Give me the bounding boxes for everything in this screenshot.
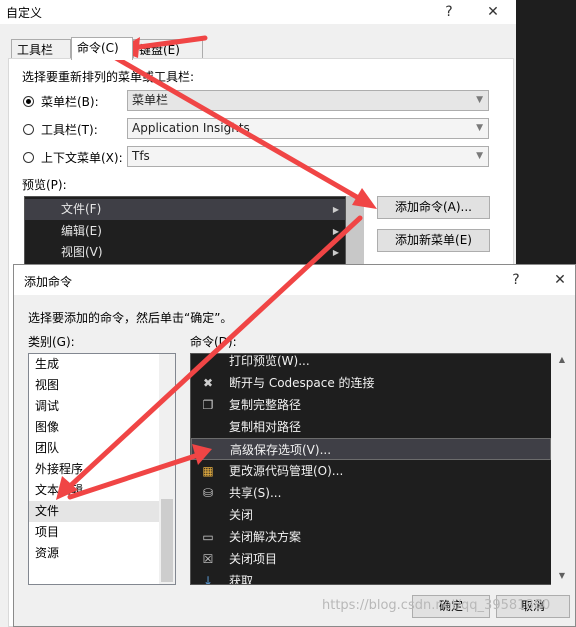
list-item-label: 打印预览(W)... bbox=[229, 354, 310, 368]
list-item-label: 更改源代码管理(O)... bbox=[229, 464, 344, 478]
list-item[interactable]: 调试 bbox=[33, 396, 155, 417]
list-item[interactable]: 视图 bbox=[33, 375, 155, 396]
list-item[interactable]: ↓ 获取 bbox=[191, 570, 551, 585]
list-item[interactable]: 复制相对路径 bbox=[191, 416, 551, 438]
list-item-label: 关闭解决方案 bbox=[229, 530, 302, 544]
close-project-icon: ☒ bbox=[202, 552, 214, 566]
list-item-label: 关闭 bbox=[229, 508, 254, 522]
combo-value: 菜单栏 bbox=[132, 93, 169, 107]
list-item[interactable]: ✖ 断开与 Codespace 的连接 bbox=[191, 372, 551, 394]
list-item[interactable]: 关闭 bbox=[191, 504, 551, 526]
tab-toolbars[interactable]: 工具栏(S) bbox=[11, 39, 71, 77]
preview-item[interactable]: 编辑(E) ▶ bbox=[25, 221, 345, 242]
tab-commands[interactable]: 命令(C) bbox=[71, 37, 133, 60]
list-item-label: 高级保存选项(V)... bbox=[230, 443, 332, 457]
preview-item[interactable]: 视图(V) ▶ bbox=[25, 242, 345, 263]
watermark: https://blog.csdn.net/qq_39581880 bbox=[322, 598, 551, 613]
scroll-thumb[interactable] bbox=[161, 499, 173, 582]
context-menu-label: 上下文菜单(X): bbox=[41, 151, 123, 165]
chevron-down-icon: ▼ bbox=[476, 123, 483, 133]
dialog-title: 添加命令 bbox=[24, 275, 73, 289]
chevron-right-icon: ▶ bbox=[332, 227, 339, 236]
preview-item-label: 编辑(E) bbox=[61, 224, 102, 238]
share-icon: ⛁ bbox=[202, 486, 214, 500]
preview-label: 预览(P): bbox=[22, 178, 67, 192]
dialog-title: 自定义 bbox=[6, 6, 43, 20]
list-item-label: 复制完整路径 bbox=[229, 398, 302, 412]
plug-icon: ✖ bbox=[202, 376, 214, 390]
list-item[interactable]: 文本编辑 bbox=[33, 480, 155, 501]
context-menu-radio[interactable] bbox=[23, 152, 34, 163]
chevron-down-icon: ▼ bbox=[476, 151, 483, 161]
preview-item[interactable]: 文件(F) ▶ bbox=[25, 199, 345, 220]
command-list[interactable]: 打印预览(W)... ✖ 断开与 Codespace 的连接 ❐ 复制完整路径 … bbox=[190, 353, 552, 585]
combo-value: Application Insights bbox=[132, 121, 250, 135]
list-item-label: 复制相对路径 bbox=[229, 420, 302, 434]
scroll-down-icon[interactable]: ▼ bbox=[554, 571, 570, 580]
add-new-menu-button[interactable]: 添加新菜单(E) bbox=[377, 229, 490, 252]
toolbar-radio[interactable] bbox=[23, 124, 34, 135]
list-item-label: 获取 bbox=[229, 574, 254, 585]
add-command-titlebar: 添加命令 ? ✕ bbox=[14, 265, 575, 295]
list-item-selected[interactable]: 高级保存选项(V)... bbox=[191, 438, 551, 460]
help-button[interactable]: ? bbox=[437, 1, 461, 23]
customize-titlebar: 自定义 ? ✕ bbox=[0, 0, 516, 24]
chevron-right-icon: ▶ bbox=[332, 205, 339, 214]
chevron-down-icon: ▼ bbox=[476, 95, 483, 105]
add-command-button[interactable]: 添加命令(A)... bbox=[377, 196, 490, 219]
toolbar-label: 工具栏(T): bbox=[41, 123, 98, 137]
preview-item-label: 视图(V) bbox=[61, 245, 103, 259]
list-item[interactable]: 外接程序 bbox=[33, 459, 155, 480]
choose-label: 选择要重新排列的菜单或工具栏: bbox=[22, 70, 195, 84]
list-item-selected[interactable]: 文件 bbox=[29, 501, 165, 522]
preview-item-label: 文件(F) bbox=[61, 202, 102, 216]
list-item[interactable]: 图像 bbox=[33, 417, 155, 438]
tab-label: 键盘(E) bbox=[139, 43, 180, 57]
list-item-label: 断开与 Codespace 的连接 bbox=[229, 376, 375, 390]
menubar-combo[interactable]: 菜单栏 ▼ bbox=[127, 90, 489, 111]
list-item[interactable]: 打印预览(W)... bbox=[191, 354, 551, 372]
list-item-label: 关闭项目 bbox=[229, 552, 278, 566]
source-control-icon: ▦ bbox=[202, 464, 214, 478]
preview-list[interactable]: 文件(F) ▶ 编辑(E) ▶ 视图(V) ▶ bbox=[24, 196, 346, 268]
combo-value: Tfs bbox=[132, 149, 150, 163]
tab-keyboard[interactable]: 键盘(E) bbox=[133, 39, 203, 60]
context-menu-combo[interactable]: Tfs ▼ bbox=[127, 146, 489, 167]
command-scrollbar[interactable]: ▲ ▼ bbox=[551, 353, 573, 585]
instruction-text: 选择要添加的命令，然后单击“确定”。 bbox=[28, 311, 233, 325]
list-item[interactable]: 资源 bbox=[33, 543, 155, 564]
list-item[interactable]: ▦ 更改源代码管理(O)... bbox=[191, 460, 551, 482]
list-item[interactable]: 团队 bbox=[33, 438, 155, 459]
preview-scrollbar[interactable] bbox=[346, 196, 364, 268]
close-solution-icon: ▭ bbox=[202, 530, 214, 544]
menubar-label: 菜单栏(B): bbox=[41, 95, 99, 109]
close-button[interactable]: ✕ bbox=[548, 269, 572, 291]
menubar-radio[interactable] bbox=[23, 96, 34, 107]
chevron-right-icon: ▶ bbox=[332, 248, 339, 257]
tab-label: 命令(C) bbox=[77, 41, 119, 55]
list-item[interactable]: ☒ 关闭项目 bbox=[191, 548, 551, 570]
toolbar-combo[interactable]: Application Insights ▼ bbox=[127, 118, 489, 139]
list-item[interactable]: 生成 bbox=[33, 354, 155, 375]
add-command-dialog: 添加命令 ? ✕ 选择要添加的命令，然后单击“确定”。 类别(G): 命令(D)… bbox=[13, 264, 576, 627]
category-list[interactable]: 生成 视图 调试 图像 团队 外接程序 文本编辑 文件 项目 资源 bbox=[28, 353, 176, 585]
command-label: 命令(D): bbox=[190, 335, 237, 349]
help-button[interactable]: ? bbox=[504, 269, 528, 291]
list-item[interactable]: ❐ 复制完整路径 bbox=[191, 394, 551, 416]
list-item[interactable]: ⛁ 共享(S)... bbox=[191, 482, 551, 504]
category-label: 类别(G): bbox=[28, 335, 75, 349]
scroll-up-icon[interactable]: ▲ bbox=[554, 355, 570, 364]
list-item-label: 共享(S)... bbox=[229, 486, 282, 500]
list-item[interactable]: 项目 bbox=[33, 522, 155, 543]
close-button[interactable]: ✕ bbox=[481, 1, 505, 23]
get-icon: ↓ bbox=[202, 574, 214, 585]
list-item[interactable]: ▭ 关闭解决方案 bbox=[191, 526, 551, 548]
copy-icon: ❐ bbox=[202, 398, 214, 412]
